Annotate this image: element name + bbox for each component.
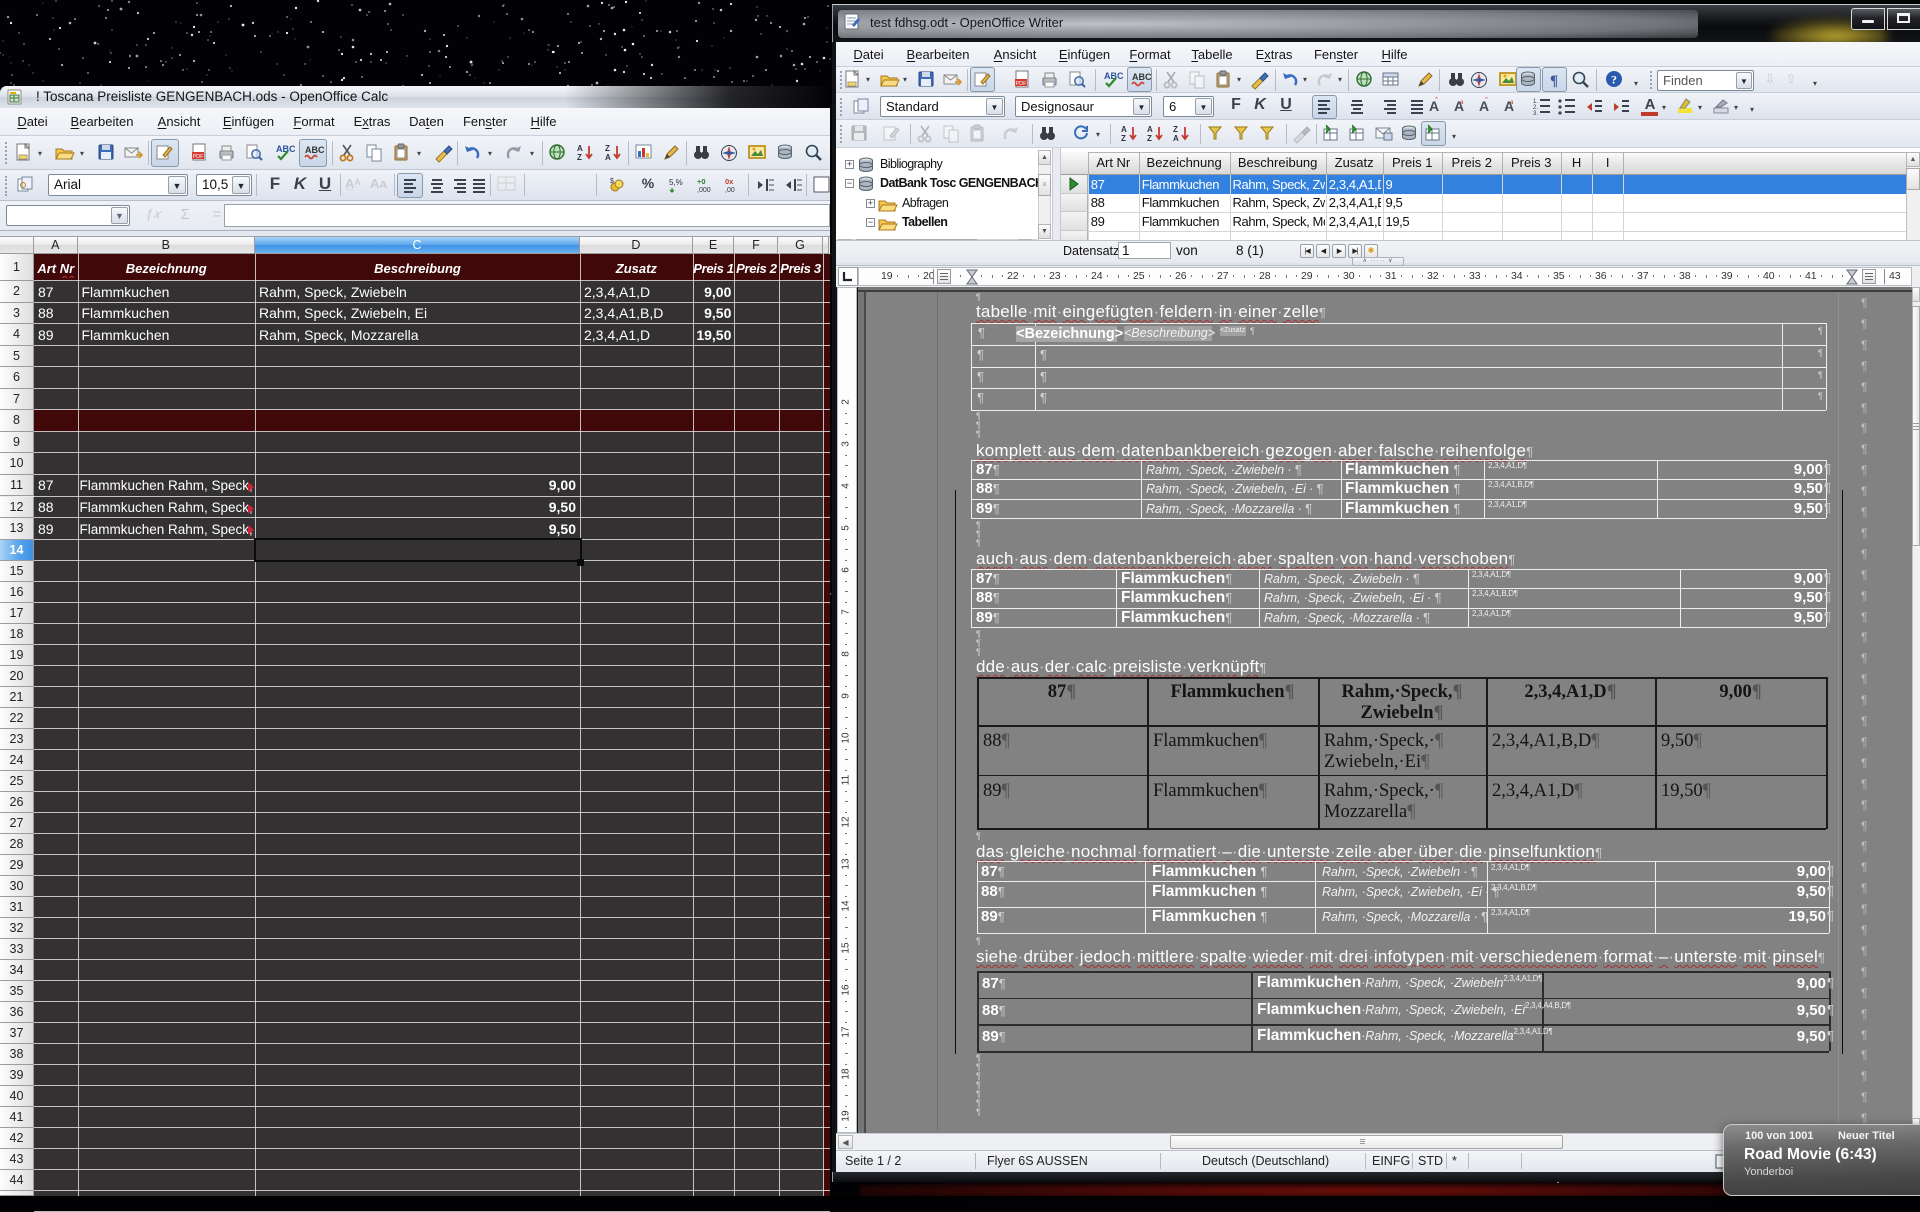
svg-text:,000: ,000	[697, 187, 711, 194]
svg-text:¶: ¶	[1550, 73, 1558, 89]
svg-text:0x: 0x	[725, 177, 734, 186]
svg-text:+0: +0	[697, 177, 706, 186]
svg-text:5,%: 5,%	[669, 178, 683, 187]
svg-text:3.: 3.	[1533, 111, 1538, 117]
svg-text:PDF: PDF	[1016, 81, 1028, 87]
svg-text:Z: Z	[1121, 134, 1126, 143]
svg-text:A: A	[605, 153, 611, 162]
svg-text:Z: Z	[1147, 134, 1152, 143]
svg-text:ABC: ABC	[305, 145, 325, 155]
svg-text:Z: Z	[577, 153, 582, 162]
svg-text:PDF: PDF	[193, 154, 205, 160]
svg-text:A: A	[1173, 134, 1179, 143]
svg-text:$: $	[610, 178, 614, 185]
svg-text:Z: Z	[1173, 125, 1178, 134]
svg-text:?: ?	[1611, 73, 1617, 87]
svg-text:A: A	[1147, 125, 1153, 134]
svg-text:,00: ,00	[725, 187, 735, 194]
svg-text:Z: Z	[605, 144, 610, 153]
svg-text:ABC: ABC	[1132, 72, 1152, 82]
svg-text:A: A	[577, 144, 583, 153]
svg-text:A: A	[1121, 125, 1127, 134]
